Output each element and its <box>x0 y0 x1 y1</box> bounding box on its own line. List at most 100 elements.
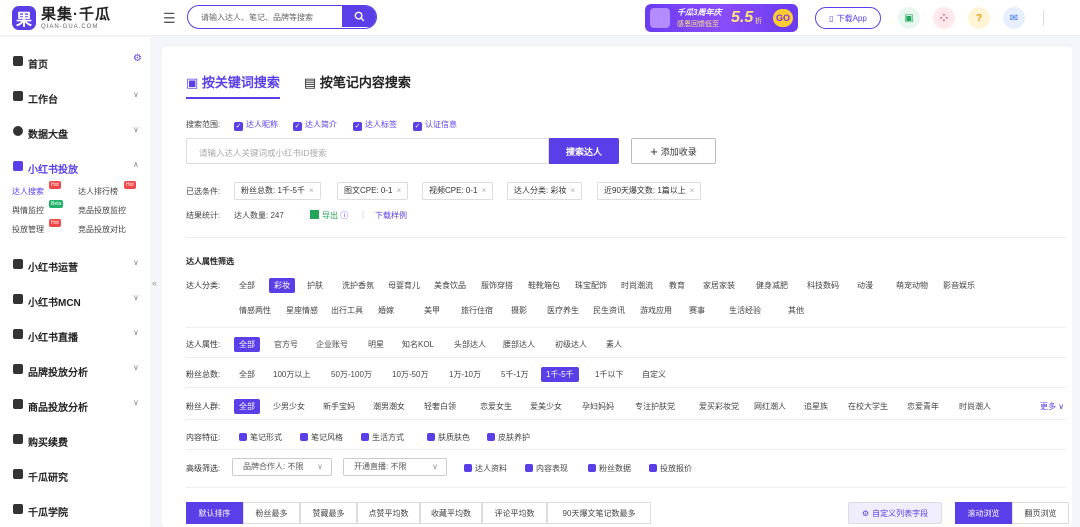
category-option[interactable]: 情感两性 <box>239 305 271 316</box>
close-icon[interactable]: × <box>570 186 575 195</box>
content-feature-option[interactable]: 生活方式 <box>361 432 404 443</box>
category-option[interactable]: 全部 <box>239 280 255 291</box>
advanced-link[interactable]: 投放报价 <box>649 463 692 474</box>
advanced-link[interactable]: 内容表现 <box>525 463 568 474</box>
sidebar-item-mcn[interactable]: 小红书MCN ∨ <box>0 282 150 316</box>
content-feature-option[interactable]: 肤质肤色 <box>427 432 470 443</box>
crowd-option[interactable]: 网红潮人 <box>754 401 786 412</box>
category-option[interactable]: 家居家装 <box>703 280 735 291</box>
sidebar-item-product-analysis[interactable]: 商品投放分析 ∨ <box>0 387 150 421</box>
sort-option[interactable]: 点赞平均数 <box>357 502 420 524</box>
menu-fold-icon[interactable]: ☰ <box>163 10 176 27</box>
category-option[interactable]: 萌宠动物 <box>896 280 928 291</box>
download-app-button[interactable]: ▯ 下载App <box>815 7 881 29</box>
category-option[interactable]: 科技数码 <box>807 280 839 291</box>
sort-option[interactable]: 评论平均数 <box>482 502 547 524</box>
close-icon[interactable]: × <box>690 186 695 195</box>
sidebar-sub-competitor-monitor[interactable]: 竞品投放监控 <box>78 205 126 216</box>
sidebar-item-purchase[interactable]: 购买续费 <box>0 422 150 456</box>
scope-checkbox-cert[interactable]: ✓ 认证信息 <box>413 119 457 131</box>
sort-option[interactable]: 赞藏最多 <box>300 502 357 524</box>
category-option[interactable]: 其他 <box>788 305 804 316</box>
sidebar-item-brand-analysis[interactable]: 品牌投放分析 ∨ <box>0 352 150 386</box>
crowd-option[interactable]: 潮男潮女 <box>373 401 405 412</box>
sidebar-sub-ranking[interactable]: 达人排行榜 <box>78 186 118 197</box>
fans-option[interactable]: 100万以上 <box>273 369 310 380</box>
crowd-option[interactable]: 恋爱女生 <box>480 401 512 412</box>
sidebar-sub-sentiment[interactable]: 舆情监控 <box>12 205 44 216</box>
crowd-option[interactable]: 孕妇妈妈 <box>582 401 614 412</box>
banner-go-button[interactable]: GO <box>773 9 793 27</box>
custom-columns-button[interactable]: ⚙ 自定义列表字段 <box>848 502 942 524</box>
category-option[interactable]: 出行工具 <box>331 305 363 316</box>
sidebar-item-dashboard[interactable]: 数据大盘 ∨ <box>0 114 150 148</box>
fans-option[interactable]: 1千以下 <box>595 369 623 380</box>
condition-chip[interactable]: 达人分类: 彩妆 × <box>507 182 583 200</box>
category-option[interactable]: 影音娱乐 <box>943 280 975 291</box>
search-button[interactable] <box>342 6 376 27</box>
category-option[interactable]: 摄影 <box>511 305 527 316</box>
close-icon[interactable]: × <box>481 186 486 195</box>
category-option[interactable]: 婚嫁 <box>378 305 394 316</box>
category-option[interactable]: 健身减肥 <box>756 280 788 291</box>
fans-option[interactable]: 10万-50万 <box>392 369 428 380</box>
download-sample-link[interactable]: 下载样例 <box>375 210 407 221</box>
fans-option[interactable]: 1万-10万 <box>449 369 481 380</box>
sidebar-item-workbench[interactable]: 工作台 ∨ <box>0 79 150 113</box>
category-option[interactable]: 彩妆 <box>269 278 295 293</box>
crowd-option[interactable]: 专注护肤党 <box>635 401 675 412</box>
sort-option[interactable]: 默认排序 <box>186 502 243 524</box>
category-option[interactable]: 教育 <box>669 280 685 291</box>
category-option[interactable]: 星座情感 <box>286 305 318 316</box>
category-option[interactable]: 动漫 <box>857 280 873 291</box>
category-option[interactable]: 鞋靴箱包 <box>528 280 560 291</box>
condition-chip[interactable]: 视频CPE: 0-1 × <box>422 182 494 200</box>
category-option[interactable]: 服饰穿搭 <box>481 280 513 291</box>
export-button[interactable]: 导出 ⓘ <box>310 210 348 221</box>
crowd-option[interactable]: 恋爱青年 <box>907 401 939 412</box>
condition-chip[interactable]: 近90天爆文数: 1篇以上 × <box>597 182 702 200</box>
crowd-option[interactable]: 时尚潮人 <box>959 401 991 412</box>
crowd-option[interactable]: 爱买彩妆党 <box>699 401 739 412</box>
help-icon[interactable]: ? <box>968 7 990 29</box>
scope-checkbox-nickname[interactable]: ✓ 达人昵称 <box>234 119 278 131</box>
advanced-link[interactable]: 达人资料 <box>464 463 507 474</box>
close-icon[interactable]: × <box>309 186 314 195</box>
attribute-option[interactable]: 头部达人 <box>454 339 486 350</box>
fans-option[interactable]: 自定义 <box>642 369 666 380</box>
content-feature-option[interactable]: 笔记形式 <box>239 432 282 443</box>
category-option[interactable]: 赛事 <box>689 305 705 316</box>
scope-checkbox-bio[interactable]: ✓ 达人简介 <box>293 119 337 131</box>
attribute-option[interactable]: 素人 <box>606 339 622 350</box>
search-influencer-button[interactable]: 搜索达人 <box>549 138 619 164</box>
tab-keyword-search[interactable]: ▣ 按关键词搜索 <box>186 72 280 99</box>
attribute-option[interactable]: 初级达人 <box>555 339 587 350</box>
crowd-option[interactable]: 全部 <box>234 399 260 414</box>
crowd-option[interactable]: 追星族 <box>804 401 828 412</box>
mail-icon[interactable]: ✉ <box>1003 7 1025 29</box>
category-option[interactable]: 美食饮品 <box>434 280 466 291</box>
content-feature-option[interactable]: 皮肤养护 <box>487 432 530 443</box>
scope-checkbox-tags[interactable]: ✓ 达人标签 <box>353 119 397 131</box>
anniversary-banner[interactable]: 千瓜3周年庆 感恩回馈低至 5.5 折 GO <box>645 4 798 32</box>
crowd-option[interactable]: 轻奢白领 <box>424 401 456 412</box>
crowd-option[interactable]: 少男少女 <box>273 401 305 412</box>
category-option[interactable]: 时尚潮流 <box>621 280 653 291</box>
page-view-button[interactable]: 翻页浏览 <box>1012 502 1069 524</box>
category-option[interactable]: 游戏应用 <box>640 305 672 316</box>
help-icon[interactable]: ⓘ <box>340 211 348 220</box>
sort-option[interactable]: 粉丝最多 <box>243 502 300 524</box>
attribute-option[interactable]: 明星 <box>368 339 384 350</box>
settings-icon[interactable]: ⚙ <box>133 53 142 64</box>
close-icon[interactable]: × <box>396 186 401 195</box>
content-feature-option[interactable]: 笔记风格 <box>300 432 343 443</box>
scroll-view-button[interactable]: 滚动浏览 <box>955 502 1012 524</box>
attribute-option[interactable]: 企业账号 <box>316 339 348 350</box>
apps-icon[interactable]: ⁘ <box>933 7 955 29</box>
crowd-option[interactable]: 在校大学生 <box>848 401 888 412</box>
logo[interactable]: 果 果集·千瓜 QIAN-GUA.COM <box>12 6 111 30</box>
global-search-input[interactable]: 请输入达人、笔记、品牌等搜索 <box>187 5 377 29</box>
sidebar-sub-competitor-compare[interactable]: 竞品投放对比 <box>78 224 126 235</box>
category-option[interactable]: 旅行住宿 <box>461 305 493 316</box>
attribute-option[interactable]: 腰部达人 <box>503 339 535 350</box>
